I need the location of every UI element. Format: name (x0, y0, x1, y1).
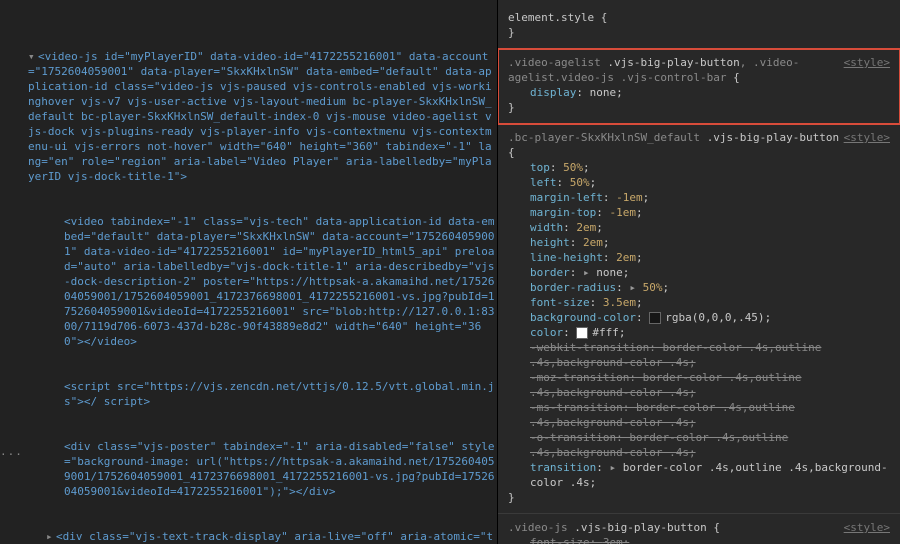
disclosure-triangle[interactable]: ▾ (28, 49, 38, 64)
style-rule-element-style[interactable]: element.style { } (498, 4, 900, 49)
elements-dom-tree[interactable]: ... ▾<video-js id="myPlayerID" data-vide… (0, 0, 498, 544)
color-swatch[interactable] (576, 327, 588, 339)
dom-node-poster[interactable]: <div class="vjs-poster" tabindex="-1" ar… (64, 440, 494, 498)
dom-node-video[interactable]: <video tabindex="-1" class="vjs-tech" da… (64, 215, 494, 348)
style-rule-video-js[interactable]: <style> .video-js .vjs-big-play-button {… (498, 514, 900, 544)
styles-pane[interactable]: element.style { } <style> .video-agelist… (498, 0, 900, 544)
dom-node-script[interactable]: <script src="https://vjs.zencdn.net/vttj… (64, 380, 494, 408)
stylesheet-link[interactable]: <style> (844, 520, 890, 535)
color-swatch[interactable] (649, 312, 661, 324)
stylesheet-link[interactable]: <style> (844, 55, 890, 70)
dom-node-text-track-display[interactable]: <div class="vjs-text-track-display" aria… (46, 530, 493, 544)
disclosure-triangle[interactable]: ▸ (46, 529, 56, 544)
stylesheet-link[interactable]: <style> (844, 130, 890, 145)
style-rule-bc-default[interactable]: <style> .bc-player-SkxKHxlnSW_default .v… (498, 124, 900, 514)
style-rule-agelist[interactable]: <style> .video-agelist .vjs-big-play-but… (498, 49, 900, 124)
overflow-dots: ... (0, 444, 23, 459)
dom-node-video-js[interactable]: <video-js id="myPlayerID" data-video-id=… (28, 50, 492, 183)
